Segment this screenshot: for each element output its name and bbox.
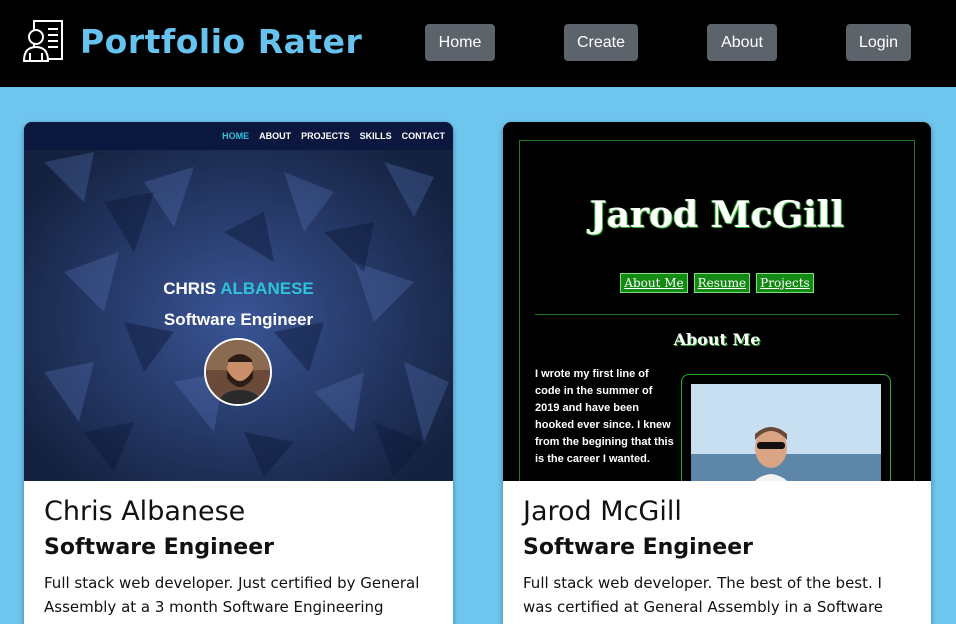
nav-home-button[interactable]: Home [425,24,495,61]
thumb-nav-contact: CONTACT [401,131,445,141]
nav-create-button[interactable]: Create [564,24,638,61]
thumbnail-background [24,122,453,481]
portfolio-thumbnail[interactable]: Jarod McGill About Me Resume Projects Ab… [503,122,931,481]
thumbnail-paragraph: I wrote my first line of code in the sum… [535,368,674,465]
portfolio-card-chris[interactable]: HOME ABOUT PROJECTS SKILLS CONTACT CHRIS… [24,122,453,624]
thumbnail-role: Software Engineer [163,310,314,329]
thumbnail-last-name: ALBANESE [220,279,314,298]
thumb-nav-projects: PROJECTS [301,131,350,141]
divider [535,314,899,315]
card-title: Jarod McGill [523,496,682,527]
thumb-link-resume: Resume [693,273,751,293]
thumbnail-heading: Jarod McGill [589,194,845,236]
portfolio-card-jarod[interactable]: Jarod McGill About Me Resume Projects Ab… [503,122,931,624]
thumb-nav-about: ABOUT [259,131,292,141]
thumbnail-links: About Me Resume Projects [503,273,931,293]
card-title: Chris Albanese [44,496,246,527]
nav-about-button[interactable]: About [707,24,777,61]
card-subtitle: Software Engineer [44,535,274,560]
thumb-link-projects: Projects [756,273,814,293]
portfolio-thumbnail[interactable]: HOME ABOUT PROJECTS SKILLS CONTACT CHRIS… [24,122,453,481]
avatar [204,338,272,406]
portfolio-document-icon [22,20,63,62]
brand[interactable]: Portfolio Rater [20,16,362,66]
card-body: Jarod McGill Software Engineer Full stac… [503,481,931,624]
top-navbar: Portfolio Rater Home Create About Login [0,0,956,87]
profile-photo [691,384,881,481]
thumbnail-section-title: About Me [673,330,761,349]
nav-login-button[interactable]: Login [846,24,911,61]
thumbnail-first-name: CHRIS [163,279,217,298]
card-body: Chris Albanese Software Engineer Full st… [24,481,453,624]
thumb-link-about-me: About Me [620,273,688,293]
card-subtitle: Software Engineer [523,535,753,560]
card-description: Full stack web developer. Just certified… [44,574,420,624]
thumb-nav-home: HOME [222,131,250,141]
card-description: Full stack web developer. The best of th… [523,574,884,624]
thumbnail-name: CHRIS ALBANESE [24,279,453,299]
thumbnail-navbar: HOME ABOUT PROJECTS SKILLS CONTACT [24,122,453,150]
thumb-nav-skills: SKILLS [359,131,392,141]
app-title: Portfolio Rater [80,21,363,61]
geometric-pattern [24,122,453,481]
